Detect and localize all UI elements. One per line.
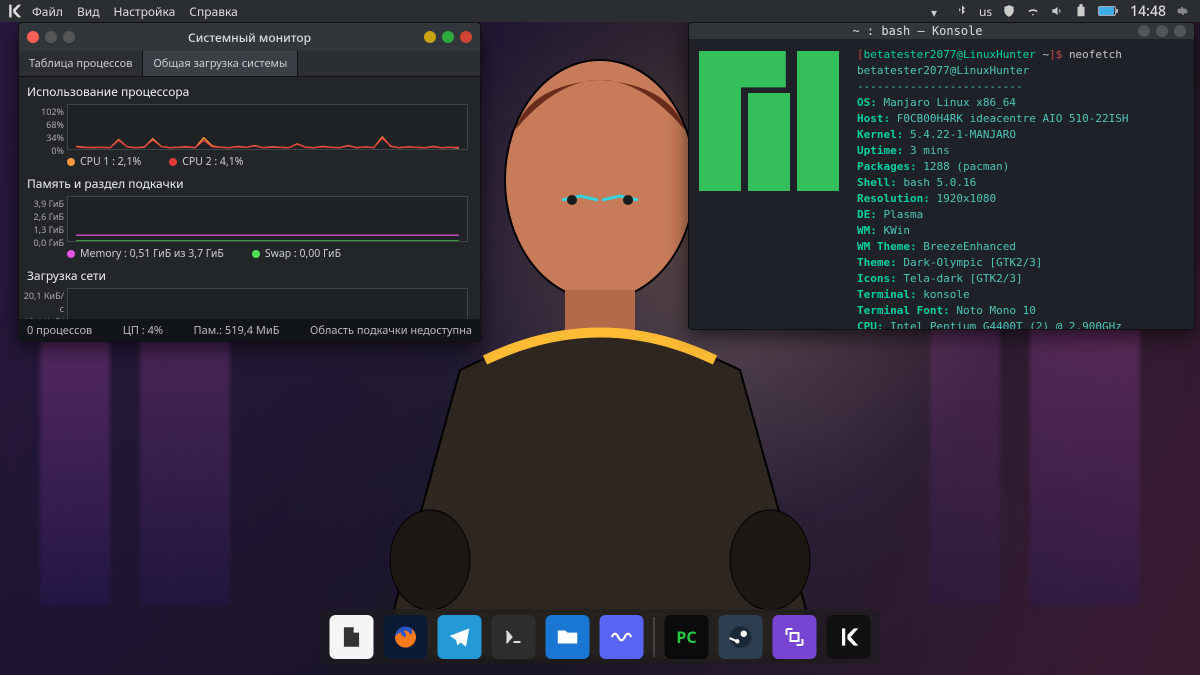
wire-icon[interactable] xyxy=(600,615,644,659)
minimize-icon[interactable] xyxy=(45,31,57,43)
maximize-icon[interactable] xyxy=(63,31,75,43)
dock-separator xyxy=(654,617,655,657)
kde-icon[interactable] xyxy=(827,615,871,659)
keyboard-layout[interactable]: us xyxy=(979,3,992,20)
cpu-chart: 102%68% 34%0% xyxy=(67,104,468,150)
tab-process-table[interactable]: Таблица процессов xyxy=(19,51,143,76)
clock[interactable]: 14:48 xyxy=(1130,2,1166,21)
top-panel: Файл Вид Настройка Справка ▾ us 14:48 xyxy=(0,0,1200,22)
manjaro-logo-icon xyxy=(699,51,839,191)
konsole-output: [betatester2077@LinuxHunter ~]$ neofetch… xyxy=(857,47,1184,330)
clipboard-icon[interactable] xyxy=(1074,4,1088,18)
menu-help[interactable]: Справка xyxy=(189,3,238,20)
wifi-icon[interactable] xyxy=(1026,4,1040,18)
minimize-button[interactable] xyxy=(424,31,436,43)
system-monitor-titlebar[interactable]: Системный монитор xyxy=(19,23,480,51)
battery-icon[interactable] xyxy=(1098,6,1116,16)
tab-system-load[interactable]: Общая загрузка системы xyxy=(143,51,298,76)
konsole-title: ~ : bash — Konsole xyxy=(697,23,1138,39)
firefox-icon[interactable] xyxy=(384,615,428,659)
app-launcher-icon[interactable] xyxy=(5,2,23,20)
tray-expand-icon[interactable]: ▾ xyxy=(931,4,945,18)
gear-icon[interactable] xyxy=(1176,4,1190,18)
telegram-icon[interactable] xyxy=(438,615,482,659)
mem-chart: 3,9 ГиБ2,6 ГиБ1,3 ГиБ0,0 ГиБ xyxy=(67,196,468,242)
cpu-legend: CPU 1 : 2,1% CPU 2 : 4,1% xyxy=(19,152,472,169)
libreoffice-icon[interactable] xyxy=(330,615,374,659)
pycharm-icon[interactable]: PC xyxy=(665,615,709,659)
sysmon-tabs: Таблица процессов Общая загрузка системы xyxy=(19,51,480,77)
system-tray: ▾ us 14:48 xyxy=(931,2,1190,21)
dock: PC xyxy=(320,609,881,665)
konsole-max[interactable] xyxy=(1156,25,1168,37)
menu-settings[interactable]: Настройка xyxy=(114,3,176,20)
screenshot-icon[interactable] xyxy=(773,615,817,659)
konsole-titlebar[interactable]: ~ : bash — Konsole xyxy=(689,23,1194,39)
sysmon-statusbar: 0 процессов ЦП : 4% Пам.: 519,4 МиБ Обла… xyxy=(19,319,480,341)
menu-view[interactable]: Вид xyxy=(77,3,100,20)
cpu-section-title: Использование процессора xyxy=(19,83,472,100)
system-monitor-window: Системный монитор Таблица процессов Обща… xyxy=(18,22,481,342)
konsole-window: ~ : bash — Konsole [betatester2077@Linux… xyxy=(688,22,1195,330)
menu-file[interactable]: Файл xyxy=(32,3,63,20)
bluetooth-icon[interactable] xyxy=(955,4,969,18)
konsole-close[interactable] xyxy=(1174,25,1186,37)
konsole-min[interactable] xyxy=(1138,25,1150,37)
steam-icon[interactable] xyxy=(719,615,763,659)
net-section-title: Загрузка сети xyxy=(19,267,472,284)
konsole-body[interactable]: [betatester2077@LinuxHunter ~]$ neofetch… xyxy=(689,39,1194,330)
volume-icon[interactable] xyxy=(1050,4,1064,18)
shield-icon[interactable] xyxy=(1002,4,1016,18)
terminal-icon[interactable] xyxy=(492,615,536,659)
maximize-button[interactable] xyxy=(442,31,454,43)
system-monitor-title: Системный монитор xyxy=(75,29,424,46)
net-chart: 20,1 КиБ/с13,4 КиБ/с6,7 КиБ/с0,0 КиБ/с xyxy=(67,288,468,319)
close-icon[interactable] xyxy=(27,31,39,43)
cpu-yticks: 102%68% 34%0% xyxy=(20,105,64,149)
close-button[interactable] xyxy=(460,31,472,43)
mem-section-title: Память и раздел подкачки xyxy=(19,175,472,192)
global-menu: Файл Вид Настройка Справка xyxy=(32,3,238,20)
files-icon[interactable] xyxy=(546,615,590,659)
